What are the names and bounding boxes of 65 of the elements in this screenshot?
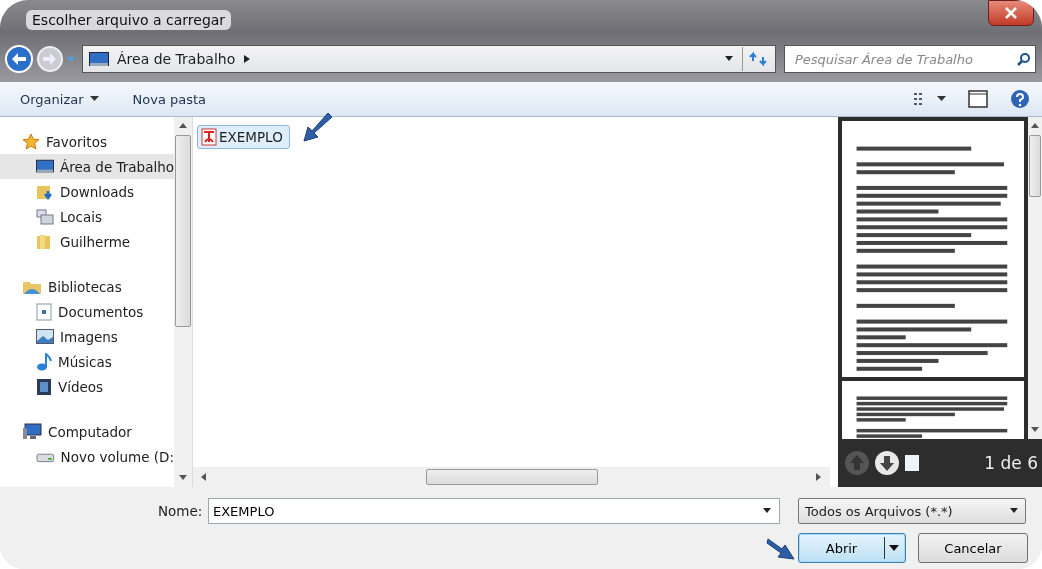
close-button[interactable] [988,0,1034,26]
folder-icon [36,183,54,200]
scroll-thumb[interactable] [1029,135,1041,197]
preview-pane-icon[interactable] [968,90,988,108]
caret-icon [889,545,899,551]
computer-icon [22,423,42,440]
sidebar-item[interactable]: Vídeos [0,374,174,399]
arrow-icon [766,535,796,561]
sidebar-item[interactable]: Imagens [0,324,174,349]
window-title: Escolher arquivo a carregar [26,10,232,30]
organize-menu-button[interactable]: Organizar [14,87,109,111]
open-button[interactable]: Abrir [798,533,906,563]
new-folder-button[interactable]: Nova pasta [126,87,217,111]
scrollbar[interactable] [1028,117,1042,439]
scroll-left-icon[interactable] [201,473,207,481]
file-type-dropdown[interactable]: Todos os Arquivos (*.*) [798,498,1026,524]
filename-field[interactable]: EXEMPLO [208,498,780,524]
star-icon [22,133,40,150]
caret-icon [89,96,99,102]
scrollbar[interactable] [193,467,830,487]
search-field[interactable]: Pesquisar Área de Trabalho [784,45,1036,73]
next-page-icon[interactable] [874,450,900,476]
cancel-button[interactable]: Cancelar [918,533,1028,563]
filename-label: Nome: [158,503,204,519]
sidebar-item[interactable]: Novo volume (D: [0,444,174,469]
file-item[interactable]: EXEMPLO [197,125,290,149]
arrow-icon [302,111,334,143]
sidebar-item[interactable]: Documentos [0,299,174,324]
scroll-right-icon[interactable] [816,473,822,481]
close-icon [1004,7,1018,19]
sidebar-group-header[interactable]: Favoritos [0,129,174,154]
scroll-up-icon[interactable] [179,123,187,129]
scroll-down-icon[interactable] [1031,427,1039,433]
search-icon [1017,52,1031,66]
sidebar-item[interactable]: Músicas [0,349,174,374]
places-icon [36,208,54,225]
back-icon[interactable] [4,44,34,74]
sidebar-item[interactable]: Guilherme [0,229,174,254]
desktop-icon [89,51,109,67]
sidebar-item[interactable]: Downloads [0,179,174,204]
address-bar[interactable]: Área de Trabalho [82,45,776,73]
dropdown-arrow-icon [762,508,772,514]
page-counter: 1 de 6 [984,453,1038,473]
dropdown-arrow-icon [1009,508,1019,514]
sidebar-item[interactable]: Locais [0,204,174,229]
page-icon[interactable] [904,454,920,472]
document-icon [36,302,52,321]
sidebar-item[interactable]: Área de Trabalho [0,154,174,179]
pdf-file-icon [201,128,217,146]
sidebar-group-header[interactable]: Computador [0,419,174,444]
scroll-thumb[interactable] [175,135,191,327]
music-note-icon [36,352,52,371]
help-icon[interactable] [1010,89,1030,109]
desktop-icon [36,159,54,174]
scroll-down-icon[interactable] [179,475,187,481]
image-icon [36,329,54,344]
forward-icon[interactable] [36,45,64,73]
breadcrumb-arrow-icon [243,54,252,64]
film-icon [36,377,52,396]
sidebar-group-header[interactable]: Bibliotecas [0,274,174,299]
scroll-up-icon[interactable] [1031,123,1039,129]
scrollbar[interactable] [174,117,192,487]
caret-icon[interactable] [937,96,946,102]
dropdown-arrow-icon[interactable] [724,56,734,62]
scroll-thumb[interactable] [425,469,598,485]
